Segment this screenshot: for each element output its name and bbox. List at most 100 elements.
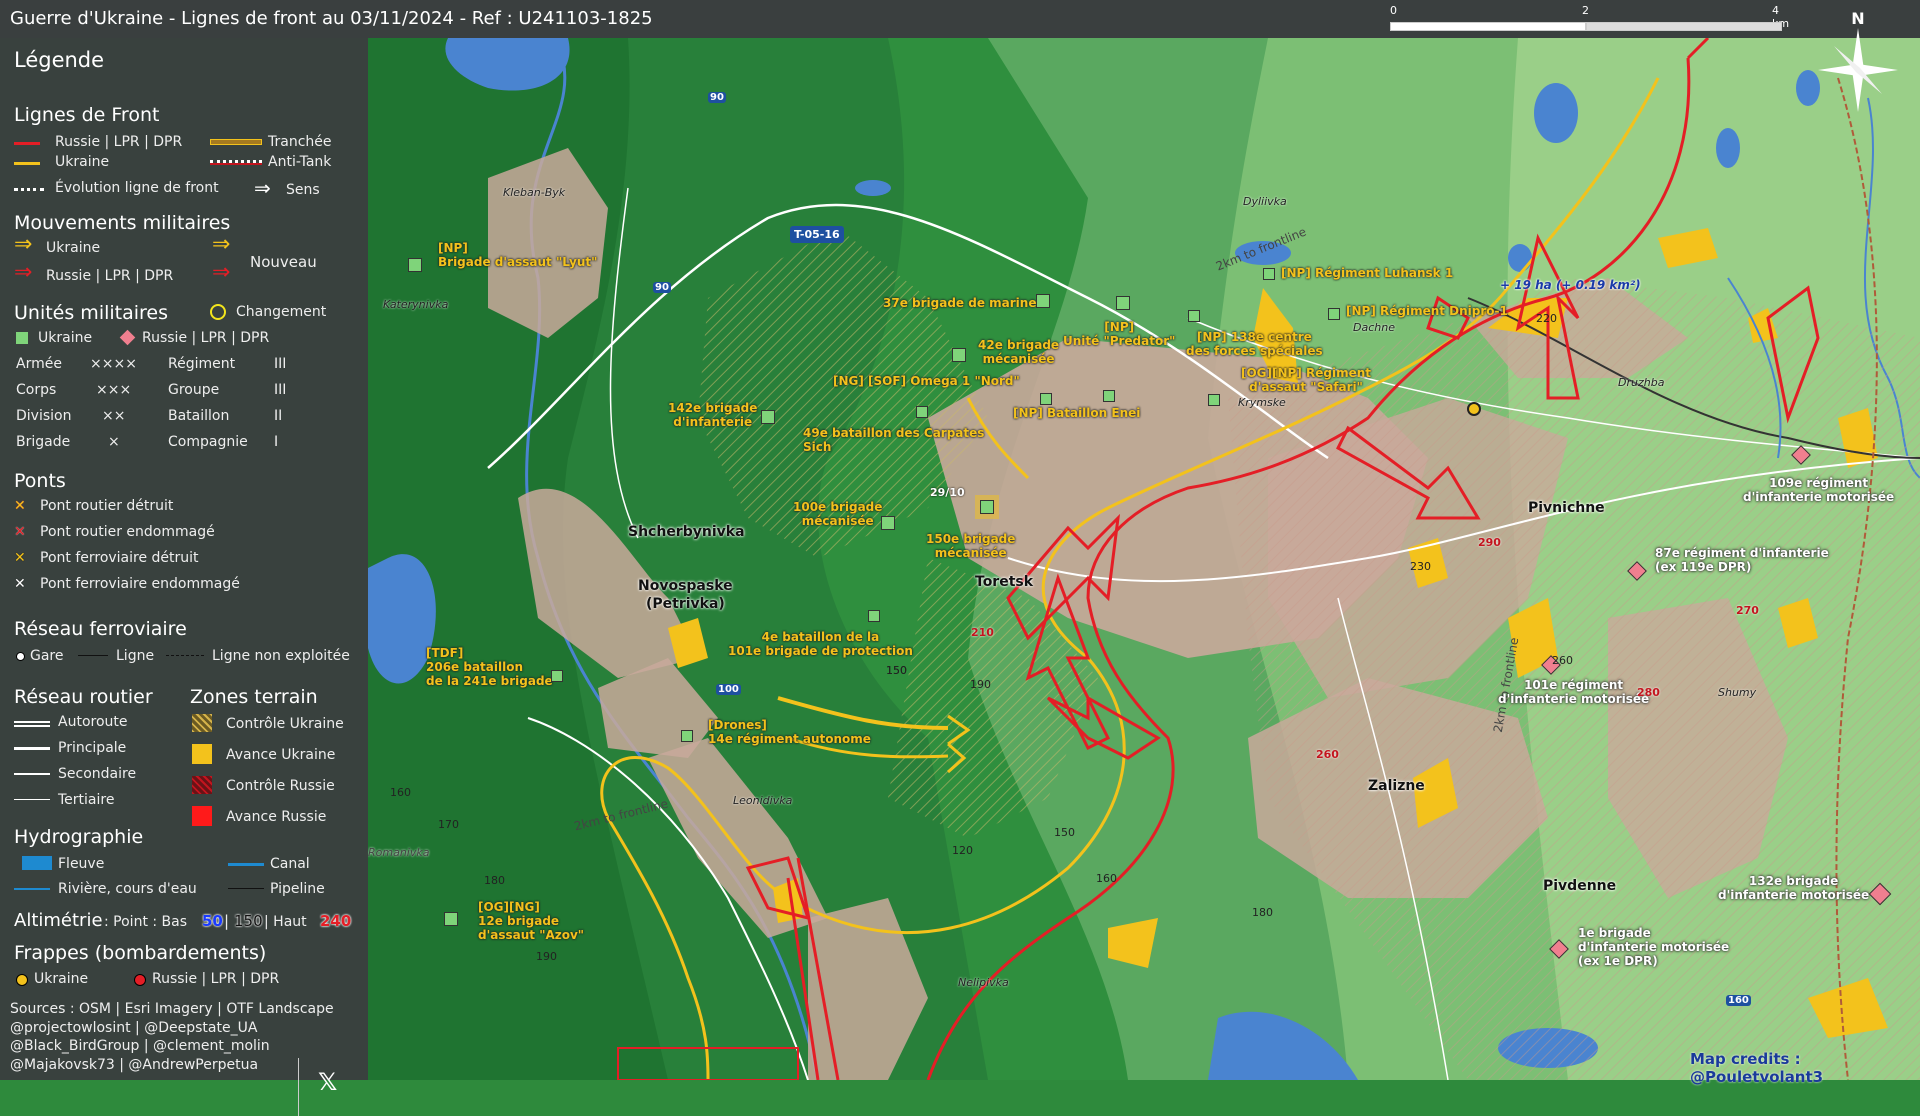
ua-unit-marker[interactable] — [1040, 393, 1052, 405]
ua-unit-marker[interactable] — [681, 730, 693, 742]
credit-line: Sources : OSM | Esri Imagery | OTF Lands… — [10, 1001, 334, 1017]
legend-moves-title: Mouvements militaires — [14, 212, 231, 234]
rail-unused-swatch — [166, 655, 204, 656]
legend-strikes-title: Frappes (bombardements) — [14, 942, 267, 964]
ua-unit-marker[interactable] — [1208, 394, 1220, 406]
legend-strike-russia: Russie | LPR | DPR — [152, 971, 280, 987]
ua-unit-marker[interactable] — [1188, 310, 1200, 322]
ua-unit-marker[interactable] — [761, 410, 775, 424]
road-bridge-damaged-icon: ✕ — [14, 524, 26, 540]
ua-unit-marker[interactable] — [408, 258, 422, 272]
ua-unit-marker[interactable] — [1036, 294, 1050, 308]
echelon-label: Division — [16, 408, 72, 424]
map-view[interactable]: Kleban-Byk Katerynivka Dyliivka Dachne K… — [368, 38, 1920, 1080]
legend-rail-non: Ligne non exploitée — [212, 648, 350, 664]
ua-unit-label: 37e brigade de marine — [883, 296, 1037, 310]
main-road-swatch — [14, 747, 50, 750]
ukraine-unit-icon — [16, 332, 28, 344]
fleuve-swatch — [22, 856, 52, 870]
road-label-90b: 90 — [653, 282, 671, 293]
legend-front-sens: Sens — [286, 182, 320, 198]
altitude-point: 230 — [1410, 560, 1431, 573]
altitude-high-point: 270 — [1736, 604, 1759, 617]
ua-unit-label: [OG][NG] 12e brigade d'assaut "Azov" — [478, 900, 585, 942]
ua-unit-marker[interactable] — [1116, 296, 1130, 310]
road-label-t0516: T-05-16 — [790, 226, 844, 243]
ua-unit-marker[interactable] — [868, 610, 880, 622]
strike-marker[interactable] — [1467, 402, 1481, 416]
evolution-swatch — [14, 188, 44, 191]
ukraine-control-swatch — [192, 714, 212, 732]
legend-front-trench: Tranchée — [268, 134, 332, 150]
legend-bridges-title: Ponts — [14, 470, 66, 492]
rail-line-swatch — [78, 655, 108, 656]
legend-hydro-riviere: Rivière, cours d'eau — [58, 881, 197, 897]
village-romanivka: Romanivka — [368, 846, 430, 859]
town-shcherbynivka: Shcherbynivka — [628, 524, 745, 540]
village-shumy: Shumy — [1718, 686, 1757, 699]
legend-road-secondaire: Secondaire — [58, 766, 137, 782]
x-logo-icon[interactable]: 𝕏 — [318, 1068, 337, 1096]
title-bar: Guerre d'Ukraine - Lignes de front au 03… — [0, 0, 1920, 38]
secondary-road-swatch — [14, 773, 50, 775]
scale-label-2: 2 — [1582, 4, 1589, 17]
scale-bar: 0 2 4 km — [1390, 4, 1789, 34]
town-pivnichne: Pivnichne — [1528, 500, 1605, 516]
altitude-point: 190 — [536, 950, 557, 963]
ua-unit-marker[interactable] — [1328, 308, 1340, 320]
antitank-swatch — [210, 160, 262, 163]
compass-rose-icon: N — [1818, 9, 1898, 112]
scale-segment-1 — [1390, 22, 1586, 31]
village-katerynivka: Katerynivka — [383, 298, 449, 311]
credits-divider — [298, 1058, 299, 1116]
echelon-label: Armée — [16, 356, 62, 372]
ua-unit-marker[interactable] — [952, 348, 966, 362]
ua-unit-marker[interactable] — [1263, 268, 1275, 280]
legend-alti-mid: 150 — [234, 912, 263, 930]
ua-unit-label: 150e brigade mécanisée — [926, 532, 1016, 560]
village-druzhba: Druzhba — [1618, 376, 1665, 389]
ua-unit-marker[interactable] — [881, 516, 895, 530]
altitude-high-point: 290 — [1478, 536, 1501, 549]
russia-advance-swatch — [192, 806, 212, 826]
legend-front-evolution: Évolution ligne de front — [55, 180, 219, 196]
ua-unit-marker[interactable] — [916, 406, 928, 418]
road-bridge-destroyed-icon: ✕ — [14, 498, 26, 514]
echelon-label: Groupe — [168, 382, 220, 398]
rail-bridge-damaged-icon: ✕ — [14, 576, 26, 592]
ru-unit-label: 101e régiment d'infanterie motorisée — [1498, 678, 1650, 706]
echelon-label: Corps — [16, 382, 57, 398]
scale-segment-2 — [1586, 22, 1782, 31]
town-pivdenne: Pivdenne — [1543, 878, 1617, 894]
village-leonidivka: Leonidivka — [733, 794, 793, 807]
ru-unit-label: 1e brigade d'infanterie motorisée (ex 1e… — [1578, 926, 1730, 968]
altitude-high-point: 260 — [1316, 748, 1339, 761]
legend-alti-text: : Point : Bas — [104, 914, 188, 930]
altitude-point: 170 — [438, 818, 459, 831]
legend-units-change: Changement — [236, 304, 327, 320]
legend-alti-high-label: | Haut — [264, 914, 307, 930]
town-novospaske: Novospaske — [638, 578, 733, 594]
legend-front-russia: Russie | LPR | DPR — [55, 134, 183, 150]
legend-alti-low: 50 — [202, 912, 223, 930]
ua-unit-label: [NP] Brigade d'assaut "Lyut" — [438, 241, 598, 269]
ua-unit-marker[interactable] — [551, 670, 563, 682]
new-ukraine-arrow-icon: ⇒ — [212, 232, 231, 257]
village-dachne: Dachne — [1353, 321, 1395, 334]
echelon-symbol: II — [274, 408, 283, 424]
ua-unit-marker[interactable] — [444, 912, 458, 926]
ua-unit-marker[interactable] — [980, 500, 994, 514]
echelon-label: Bataillon — [168, 408, 230, 424]
russia-strike-icon — [134, 974, 146, 986]
ua-unit-marker[interactable] — [1103, 390, 1115, 402]
russia-line-swatch — [14, 142, 40, 145]
russia-unit-icon — [119, 329, 136, 346]
ru-unit-label: 132e brigade d'infanterie motorisée — [1718, 874, 1870, 902]
rail-bridge-destroyed-icon: ✕ — [14, 550, 26, 566]
legend-zones-title: Zones terrain — [190, 686, 318, 708]
ukraine-strike-icon — [16, 974, 28, 986]
legend-hydro-pipeline: Pipeline — [270, 881, 325, 897]
legend-rail-gare: Gare — [30, 648, 64, 664]
ua-unit-label: 100e brigade mécanisée — [793, 500, 883, 528]
altitude-point: 180 — [484, 874, 505, 887]
